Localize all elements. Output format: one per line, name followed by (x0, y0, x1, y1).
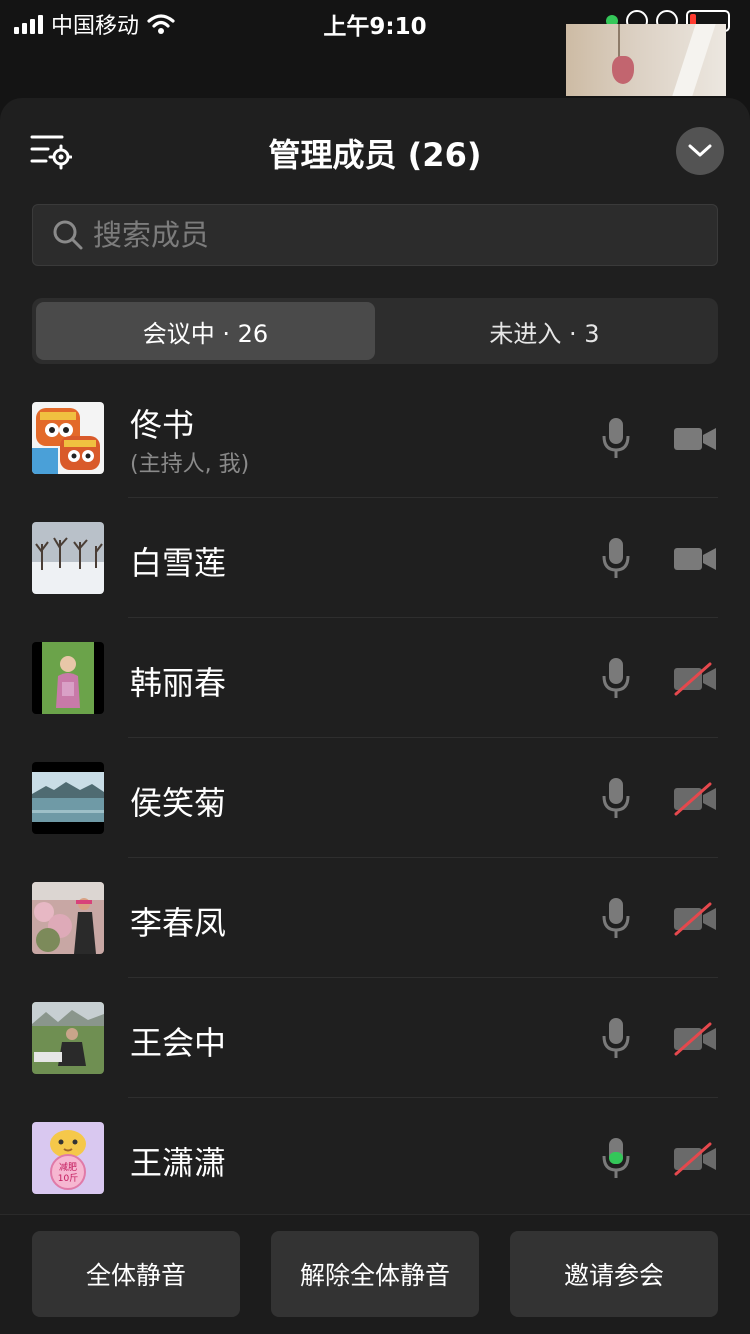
member-row[interactable]: 韩丽春 (0, 618, 750, 738)
member-row[interactable]: 减肥 10斤 王潇潇 (0, 1098, 750, 1214)
sheet-title: 管理成员 (26) (268, 136, 482, 174)
member-row[interactable]: 白雪莲 (0, 498, 750, 618)
action-bar: 全体静音 解除全体静音 邀请参会 (0, 1214, 750, 1334)
manage-members-sheet: 管理成员 (26) 会议中 · 26 未进入 · 3 (0, 98, 750, 1334)
avatar-text-line2: 10斤 (58, 1173, 78, 1184)
self-video-preview[interactable] (566, 24, 726, 96)
member-name: 李春凤 (130, 904, 227, 942)
member-role: (主持人, 我) (130, 452, 250, 477)
member-row[interactable]: 李春凤 (0, 858, 750, 978)
camera-off-icon[interactable] (672, 1142, 718, 1176)
microphone-speaking-icon[interactable] (600, 1136, 632, 1180)
member-search-box[interactable] (32, 204, 718, 266)
member-row[interactable]: 侯笑菊 (0, 738, 750, 858)
cartoon-chick-avatar: 减肥 10斤 (32, 1122, 104, 1194)
tab-not-joined[interactable]: 未进入 · 3 (375, 302, 714, 360)
member-name: 韩丽春 (130, 664, 227, 702)
camera-off-icon[interactable] (672, 782, 718, 816)
member-name: 侯笑菊 (130, 784, 227, 822)
member-list: 佟书 (主持人, 我) 白雪莲 韩丽春 侯笑菊 李春凤 王会中 减肥 10斤 王… (0, 378, 750, 1214)
search-input[interactable] (85, 205, 717, 265)
unmute-all-button[interactable]: 解除全体静音 (271, 1231, 479, 1317)
member-row[interactable]: 佟书 (主持人, 我) (0, 378, 750, 498)
sheet-header: 管理成员 (26) (0, 98, 750, 202)
collapse-button[interactable] (676, 127, 724, 175)
member-name: 王会中 (130, 1024, 227, 1062)
microphone-icon[interactable] (600, 656, 632, 700)
microphone-icon[interactable] (600, 776, 632, 820)
invite-button[interactable]: 邀请参会 (510, 1231, 718, 1317)
blossom-woman-avatar (32, 882, 104, 954)
microphone-icon[interactable] (600, 896, 632, 940)
member-name: 佟书 (130, 406, 195, 444)
search-icon (53, 220, 83, 250)
chevron-down-icon (688, 144, 712, 157)
lion-dance-avatar (32, 402, 104, 474)
snowy-trees-avatar (32, 522, 104, 594)
member-row[interactable]: 王会中 (0, 978, 750, 1098)
member-name: 白雪莲 (130, 544, 227, 582)
camera-icon[interactable] (672, 542, 718, 576)
woman-garden-avatar (32, 642, 104, 714)
lake-landscape-avatar (32, 762, 104, 834)
member-tabs: 会议中 · 26 未进入 · 3 (32, 298, 718, 364)
microphone-icon[interactable] (600, 416, 632, 460)
camera-off-icon[interactable] (672, 1022, 718, 1056)
man-field-avatar (32, 1002, 104, 1074)
camera-off-icon[interactable] (672, 902, 718, 936)
camera-icon[interactable] (672, 422, 718, 456)
member-name: 王潇潇 (130, 1144, 227, 1182)
avatar-text-line1: 减肥 (59, 1161, 77, 1173)
microphone-icon[interactable] (600, 536, 632, 580)
mute-all-button[interactable]: 全体静音 (32, 1231, 240, 1317)
microphone-icon[interactable] (600, 1016, 632, 1060)
tab-in-meeting[interactable]: 会议中 · 26 (36, 302, 375, 360)
camera-off-icon[interactable] (672, 662, 718, 696)
